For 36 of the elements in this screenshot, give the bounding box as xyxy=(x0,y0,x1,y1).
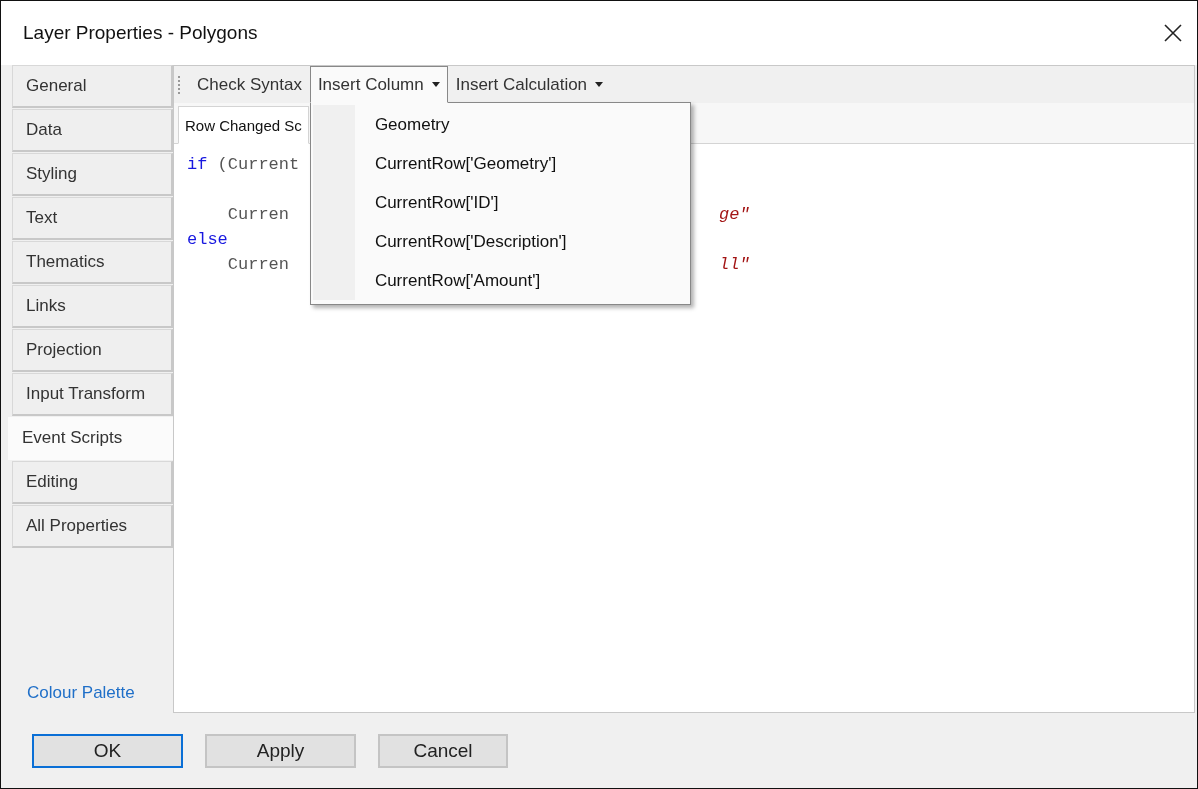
window-title: Layer Properties - Polygons xyxy=(23,22,258,44)
code-text: if xyxy=(187,155,208,174)
dialog-button[interactable]: OK xyxy=(32,733,183,768)
dialog-button[interactable]: Cancel xyxy=(378,733,508,768)
menu-item[interactable]: CurrentRow['ID'] xyxy=(374,183,690,222)
sidebar-tab[interactable]: Styling xyxy=(12,153,173,196)
dialog-button[interactable]: Apply xyxy=(205,733,356,768)
menu-item[interactable]: CurrentRow['Amount'] xyxy=(374,261,690,300)
code-text: (Current xyxy=(216,155,300,174)
sidebar-tab[interactable]: Thematics xyxy=(12,241,173,284)
sidebar-tab[interactable]: Projection xyxy=(12,329,173,372)
code-text: ge" xyxy=(719,204,750,226)
code-text: ll" xyxy=(719,254,750,276)
code-text: Curren xyxy=(226,205,290,224)
dropdown-button[interactable]: Insert Calculation xyxy=(447,66,612,103)
menu-item[interactable]: CurrentRow['Geometry'] xyxy=(374,144,690,183)
sidebar-tab[interactable]: Data xyxy=(12,109,173,152)
menu-item[interactable]: CurrentRow['Description'] xyxy=(374,222,690,261)
grip-icon xyxy=(178,74,181,95)
colour-palette-link[interactable]: Colour Palette xyxy=(12,683,173,713)
toolbar-button[interactable]: Check Syntax xyxy=(189,66,310,103)
sidebar-tab[interactable]: Text xyxy=(12,197,173,240)
code-text: Curren xyxy=(226,255,290,274)
sidebar-tab[interactable]: All Properties xyxy=(12,505,173,548)
close-icon[interactable] xyxy=(1163,23,1183,43)
sidebar-tab[interactable]: Input Transform xyxy=(12,373,173,416)
code-text: else xyxy=(187,230,228,249)
caret-icon xyxy=(595,82,604,87)
dropdown-button[interactable]: Insert Column xyxy=(309,66,448,103)
sidebar-tab[interactable]: General xyxy=(12,65,173,108)
sidebar-tab[interactable]: Editing xyxy=(12,461,173,504)
sidebar-tab[interactable]: Links xyxy=(12,285,173,328)
script-tab[interactable]: Row Changed Sc xyxy=(178,106,309,144)
sidebar-tab[interactable]: Event Scripts xyxy=(8,417,175,460)
menu-item[interactable]: Geometry xyxy=(374,105,690,144)
caret-icon xyxy=(431,82,440,87)
